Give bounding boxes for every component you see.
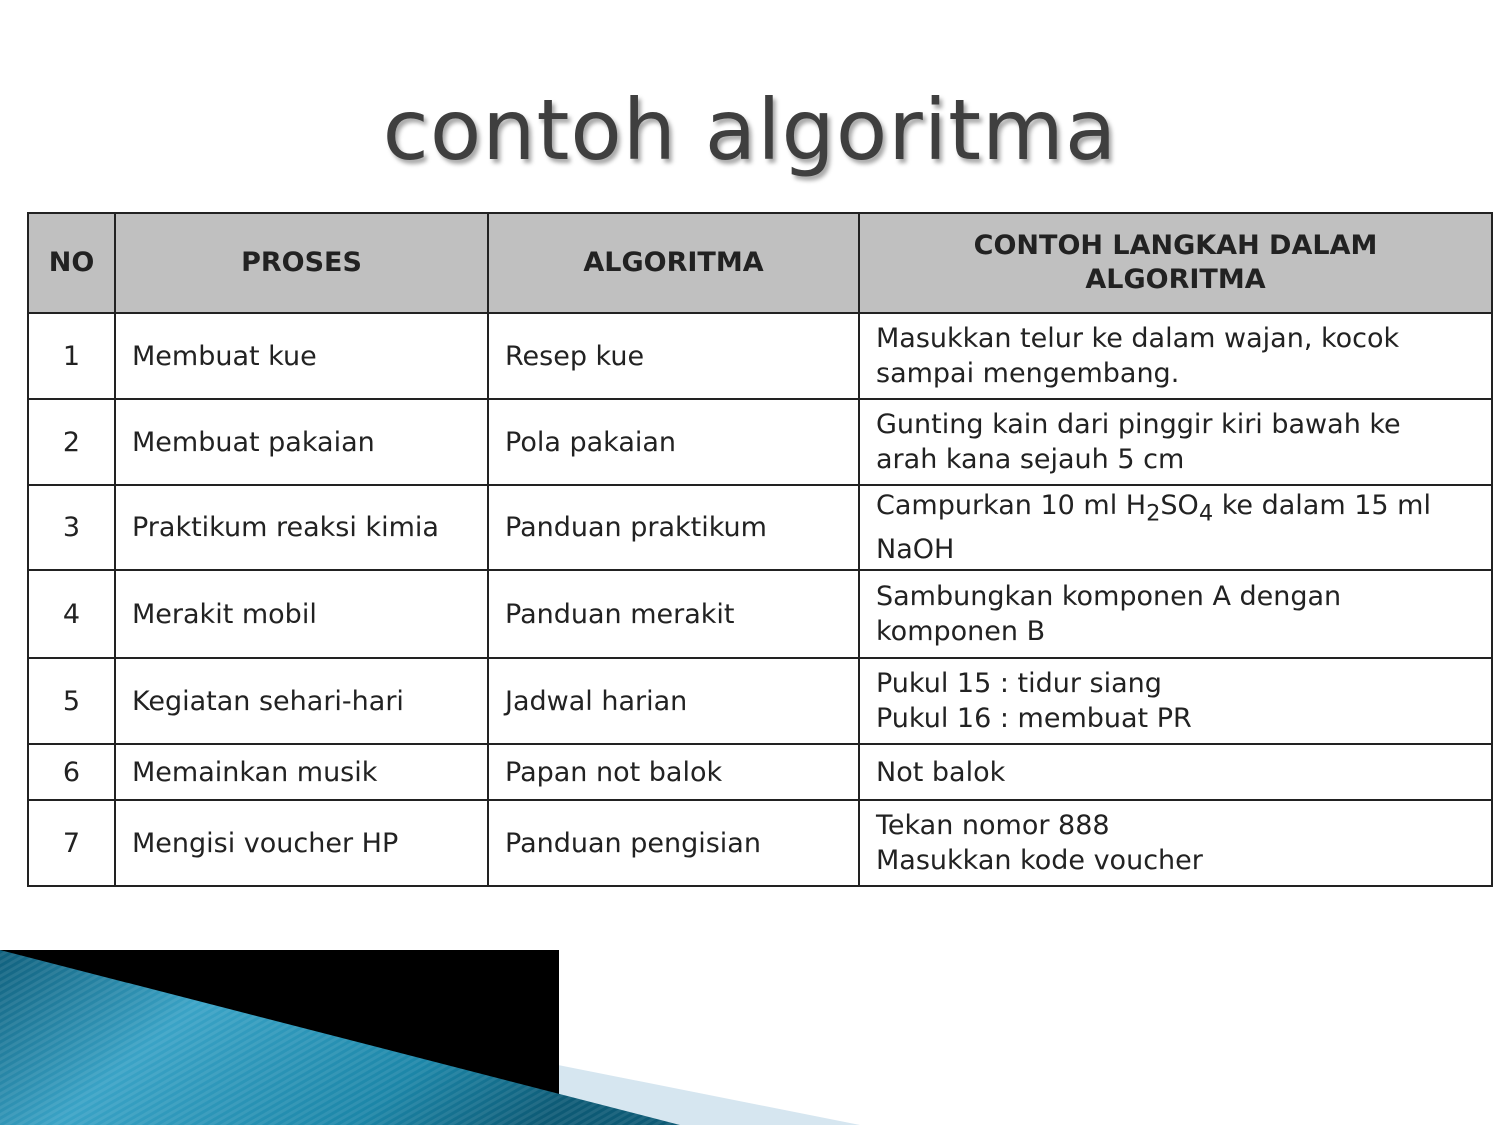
table-row: 3 Praktikum reaksi kimia Panduan praktik… xyxy=(27,484,1493,571)
table-row: 2 Membuat pakaian Pola pakaian Gunting k… xyxy=(27,398,1493,486)
cell-no: 7 xyxy=(27,799,116,887)
cell-no: 5 xyxy=(27,657,116,745)
contoh-line: Masukkan telur ke dalam wajan, kocok xyxy=(876,323,1400,354)
cell-algoritma: Resep kue xyxy=(487,312,860,400)
subscript-4: 4 xyxy=(1198,500,1214,527)
contoh-line: NaOH xyxy=(876,533,955,565)
formula-text-c: ke dalam 15 ml xyxy=(1213,490,1431,522)
decorative-corner-shapes xyxy=(0,950,860,1125)
cell-algoritma: Pola pakaian xyxy=(487,398,860,486)
header-no: NO xyxy=(27,212,116,314)
cell-no: 1 xyxy=(27,312,116,400)
contoh-line: Not balok xyxy=(876,756,1006,788)
slide-title: contoh algoritma xyxy=(382,81,1118,179)
contoh-line: Masukkan kode voucher xyxy=(876,845,1203,876)
cell-contoh: Not balok xyxy=(858,743,1493,801)
cell-contoh: Tekan nomor 888 Masukkan kode voucher xyxy=(858,799,1493,887)
cell-proses: Mengisi voucher HP xyxy=(114,799,489,887)
subscript-2: 2 xyxy=(1146,500,1161,527)
contoh-line: Pukul 15 : tidur siang xyxy=(876,668,1162,699)
contoh-line: Tekan nomor 888 xyxy=(876,810,1110,841)
cell-algoritma: Papan not balok xyxy=(487,743,860,801)
cell-algoritma: Panduan praktikum xyxy=(487,484,860,571)
cell-no: 2 xyxy=(27,398,116,486)
cell-contoh: Masukkan telur ke dalam wajan, kocok sam… xyxy=(858,312,1493,400)
table-row: 1 Membuat kue Resep kue Masukkan telur k… xyxy=(27,312,1493,400)
contoh-line: Sambungkan komponen A dengan xyxy=(876,581,1342,612)
contoh-line: Pukul 16 : membuat PR xyxy=(876,703,1192,734)
table-row: 4 Merakit mobil Panduan merakit Sambungk… xyxy=(27,569,1493,659)
cell-proses: Praktikum reaksi kimia xyxy=(114,484,489,571)
table-header-row: NO PROSES ALGORITMA CONTOH LANGKAH DALAM… xyxy=(27,212,1493,314)
contoh-line: Gunting kain dari pinggir kiri bawah ke xyxy=(876,409,1401,440)
table-row: 7 Mengisi voucher HP Panduan pengisian T… xyxy=(27,799,1493,887)
header-proses: PROSES xyxy=(114,212,489,314)
cell-no: 6 xyxy=(27,743,116,801)
cell-proses: Kegiatan sehari-hari xyxy=(114,657,489,745)
header-contoh-line-2: ALGORITMA xyxy=(1085,264,1266,295)
cell-no: 4 xyxy=(27,569,116,659)
table-row: 5 Kegiatan sehari-hari Jadwal harian Puk… xyxy=(27,657,1493,745)
cell-contoh: Pukul 15 : tidur siang Pukul 16 : membua… xyxy=(858,657,1493,745)
cell-algoritma: Panduan merakit xyxy=(487,569,860,659)
cell-no: 3 xyxy=(27,484,116,571)
header-contoh-line-1: CONTOH LANGKAH DALAM xyxy=(973,230,1378,261)
cell-proses: Merakit mobil xyxy=(114,569,489,659)
algorithm-table: NO PROSES ALGORITMA CONTOH LANGKAH DALAM… xyxy=(27,212,1493,887)
cell-contoh: Sambungkan komponen A dengan komponen B xyxy=(858,569,1493,659)
cell-algoritma: Panduan pengisian xyxy=(487,799,860,887)
cell-proses: Membuat pakaian xyxy=(114,398,489,486)
cell-contoh: Campurkan 10 ml H2SO4 ke dalam 15 ml NaO… xyxy=(858,484,1493,571)
cell-proses: Membuat kue xyxy=(114,312,489,400)
header-algoritma: ALGORITMA xyxy=(487,212,860,314)
contoh-line-formula: Campurkan 10 ml H2SO4 ke dalam 15 ml xyxy=(876,488,1475,531)
header-contoh-langkah: CONTOH LANGKAH DALAM ALGORITMA xyxy=(858,212,1493,314)
contoh-line: komponen B xyxy=(876,616,1046,647)
contoh-line: arah kana sejauh 5 cm xyxy=(876,444,1185,475)
contoh-line: sampai mengembang. xyxy=(876,358,1180,389)
table-row: 6 Memainkan musik Papan not balok Not ba… xyxy=(27,743,1493,801)
cell-algoritma: Jadwal harian xyxy=(487,657,860,745)
formula-text-a: Campurkan 10 ml H xyxy=(876,490,1147,522)
cell-contoh: Gunting kain dari pinggir kiri bawah ke … xyxy=(858,398,1493,486)
cell-proses: Memainkan musik xyxy=(114,743,489,801)
formula-text-b: SO xyxy=(1160,490,1199,522)
